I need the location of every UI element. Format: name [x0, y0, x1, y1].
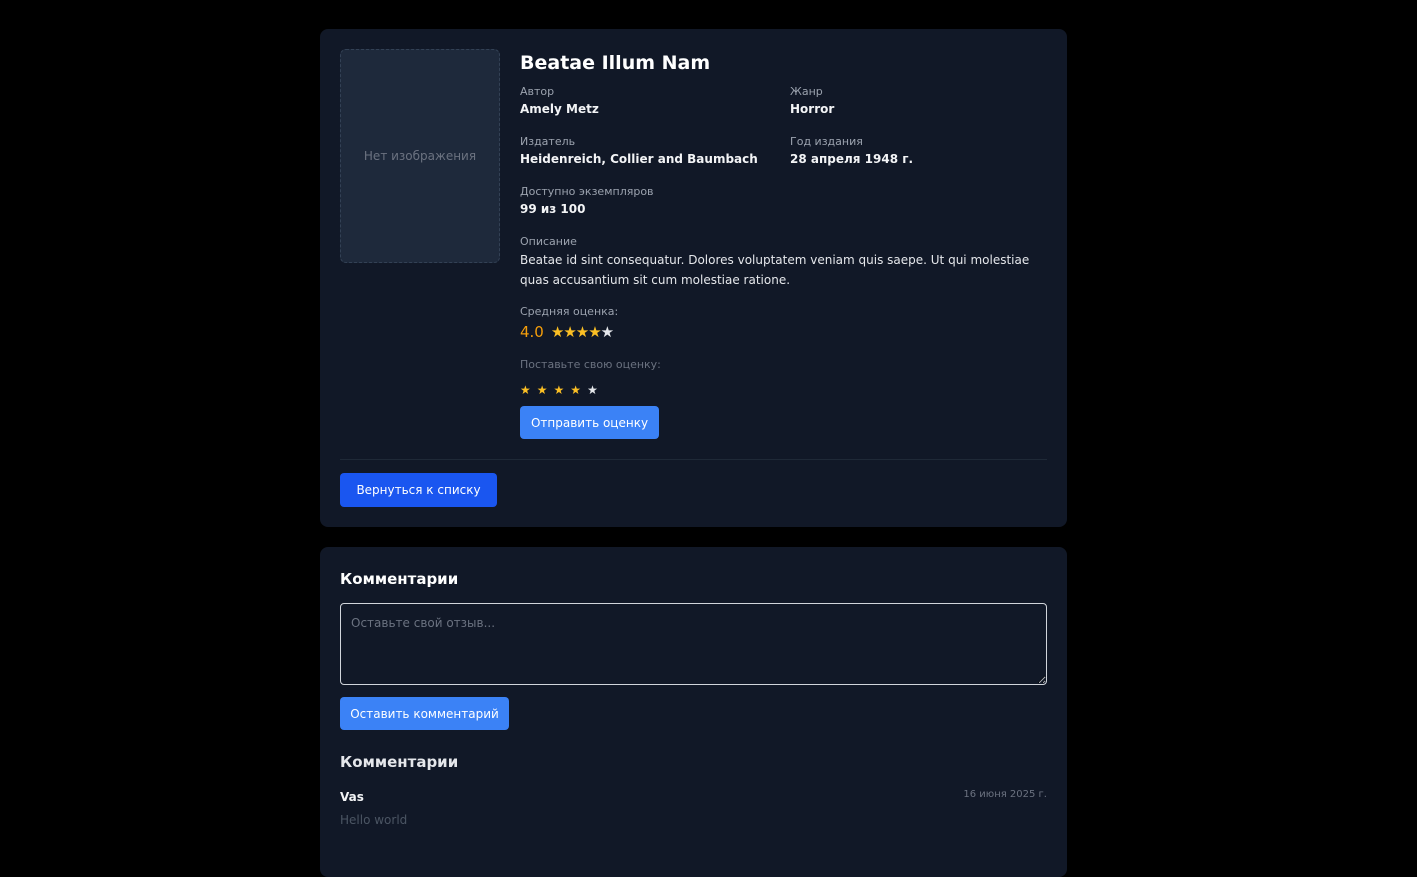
user-rating: Поставьте свою оценку: ★ ★ ★ ★ ★ [520, 357, 661, 397]
description-label: Описание [520, 235, 577, 248]
availability-field: Доступно экземпляров 99 из 100 [520, 184, 654, 218]
year-value: 28 апреля 1948 г. [790, 152, 914, 166]
user-rating-label: Поставьте свою оценку: [520, 358, 661, 371]
availability-value: 99 из 100 [520, 202, 586, 216]
comments-card: Комментарии Оставить комментарий Коммент… [320, 547, 1067, 877]
average-rating-stars: ★★★★★ [550, 322, 614, 342]
comments-title: Комментарии [340, 570, 459, 588]
comment-author: Vas [340, 790, 364, 804]
comment-date: 16 июня 2025 г. [963, 789, 1047, 800]
description-text: Beatae id sint consequatur. Dolores volu… [520, 253, 1030, 287]
rate-star-5-icon[interactable]: ★ [587, 383, 598, 397]
genre-field: Жанр Horror [790, 84, 834, 118]
star-icon: ★ [550, 323, 564, 341]
author-field: Автор Amely Metz [520, 84, 599, 118]
author-label: Автор [520, 85, 555, 98]
star-icon: ★ [563, 323, 576, 341]
submit-rating-button[interactable]: Отправить оценку [520, 406, 659, 439]
comment-input[interactable] [340, 603, 1047, 685]
book-details-card: Нет изображения Beatae Illum Nam Автор A… [320, 29, 1067, 527]
publisher-value: Heidenreich, Collier and Baumbach [520, 152, 758, 166]
book-title: Beatae Illum Nam [520, 52, 711, 74]
year-field: Год издания 28 апреля 1948 г. [790, 134, 913, 168]
cover-placeholder-text: Нет изображения [363, 149, 477, 163]
user-rating-stars: ★ ★ ★ ★ ★ [520, 383, 661, 397]
average-rating: Средняя оценка: 4.0 ★★★★★ [520, 304, 618, 342]
comment-text: Hello world [340, 813, 408, 827]
publisher-field: Издатель Heidenreich, Collier and Baumba… [520, 134, 758, 168]
submit-comment-button[interactable]: Оставить комментарий [340, 697, 509, 730]
book-info: Beatae Illum Nam Автор Amely Metz Жанр H… [520, 49, 1048, 397]
star-icon: ★ [600, 323, 614, 341]
book-cover-placeholder: Нет изображения [340, 49, 500, 263]
back-to-list-button[interactable]: Вернуться к списку [340, 473, 497, 507]
description-field: Описание Beatae id sint consequatur. Dol… [520, 234, 1048, 290]
availability-label: Доступно экземпляров [520, 185, 654, 198]
average-rating-value: 4.0 [520, 323, 544, 341]
publisher-label: Издатель [520, 135, 576, 148]
rate-star-2-icon[interactable]: ★ [537, 383, 548, 397]
comments-list-title: Комментарии [340, 753, 459, 771]
rate-star-1-icon[interactable]: ★ [520, 383, 531, 397]
author-value: Amely Metz [520, 102, 599, 116]
average-rating-label: Средняя оценка: [520, 305, 619, 318]
star-icon: ★ [575, 323, 589, 341]
genre-value: Horror [790, 102, 835, 116]
rate-star-4-icon[interactable]: ★ [570, 383, 581, 397]
genre-label: Жанр [790, 85, 823, 98]
star-icon: ★ [588, 323, 601, 341]
rate-star-3-icon[interactable]: ★ [554, 383, 565, 397]
year-label: Год издания [790, 135, 863, 148]
divider [340, 459, 1047, 460]
